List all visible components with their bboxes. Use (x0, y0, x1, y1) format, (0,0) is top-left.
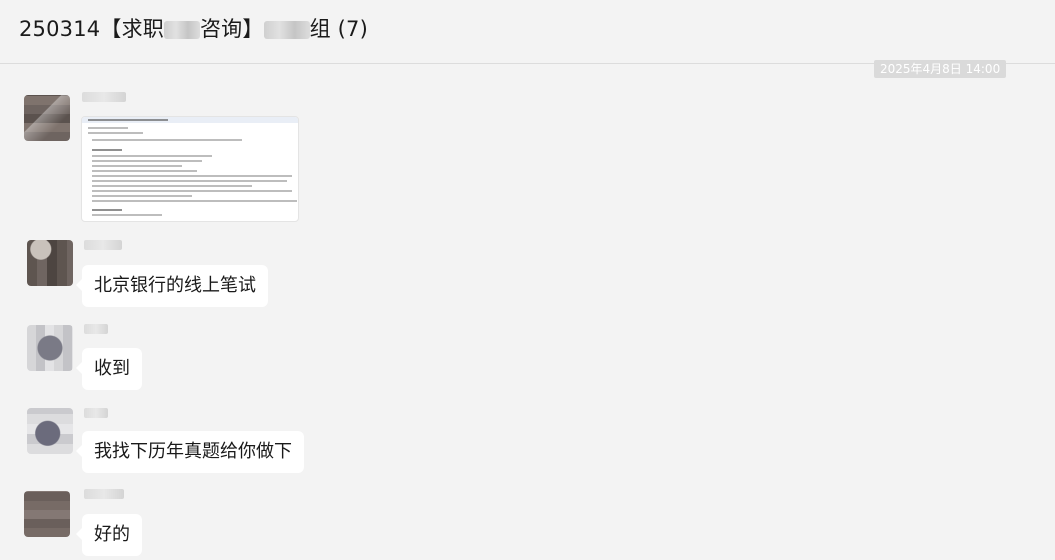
avatar[interactable] (27, 408, 73, 454)
doc-text-line (92, 195, 192, 197)
doc-text-line (92, 170, 197, 172)
doc-text-line (92, 209, 122, 211)
doc-text-line (88, 132, 143, 134)
redacted-text (263, 21, 310, 39)
doc-text-line (88, 127, 128, 129)
avatar[interactable] (27, 240, 73, 286)
chat-title-prefix: 250314【求职 (19, 17, 164, 41)
doc-text-line (92, 149, 122, 151)
message-text: 好的 (94, 524, 130, 545)
sender-name-redacted (84, 240, 122, 250)
doc-text-line (88, 119, 168, 121)
doc-text-line (92, 175, 292, 177)
message-timestamp: 2025年4月8日 14:00 (874, 60, 1007, 78)
message-bubble[interactable]: 收到 (76, 348, 142, 390)
doc-text-line (92, 180, 287, 182)
chat-title[interactable]: 250314【求职 咨询】 组 (7) (19, 13, 368, 43)
doc-text-line (92, 214, 162, 216)
doc-text-line (92, 155, 212, 157)
sender-name-redacted (84, 408, 108, 418)
message-text: 我找下历年真题给你做下 (94, 441, 292, 462)
message-text: 北京银行的线上笔试 (94, 275, 256, 296)
avatar[interactable] (27, 325, 73, 371)
doc-text-line (92, 190, 292, 192)
message-bubble[interactable]: 我找下历年真题给你做下 (76, 431, 304, 473)
image-message[interactable] (81, 116, 299, 222)
chat-title-middle: 咨询】 (199, 17, 264, 41)
doc-text-line (92, 185, 252, 187)
doc-text-line (92, 160, 202, 162)
sender-name-redacted (84, 324, 108, 334)
doc-text-line (92, 165, 182, 167)
sender-name-redacted (82, 92, 126, 102)
message-text: 收到 (94, 358, 130, 379)
avatar[interactable] (24, 95, 70, 141)
sender-name-redacted (84, 489, 124, 499)
redacted-text (163, 21, 200, 39)
chat-title-suffix: 组 (7) (309, 17, 368, 41)
doc-text-line (92, 139, 242, 141)
avatar[interactable] (24, 491, 70, 537)
message-bubble[interactable]: 北京银行的线上笔试 (76, 265, 268, 307)
chat-header: 250314【求职 咨询】 组 (7) (0, 0, 1055, 64)
message-bubble[interactable]: 好的 (76, 514, 142, 556)
doc-text-line (92, 200, 297, 202)
